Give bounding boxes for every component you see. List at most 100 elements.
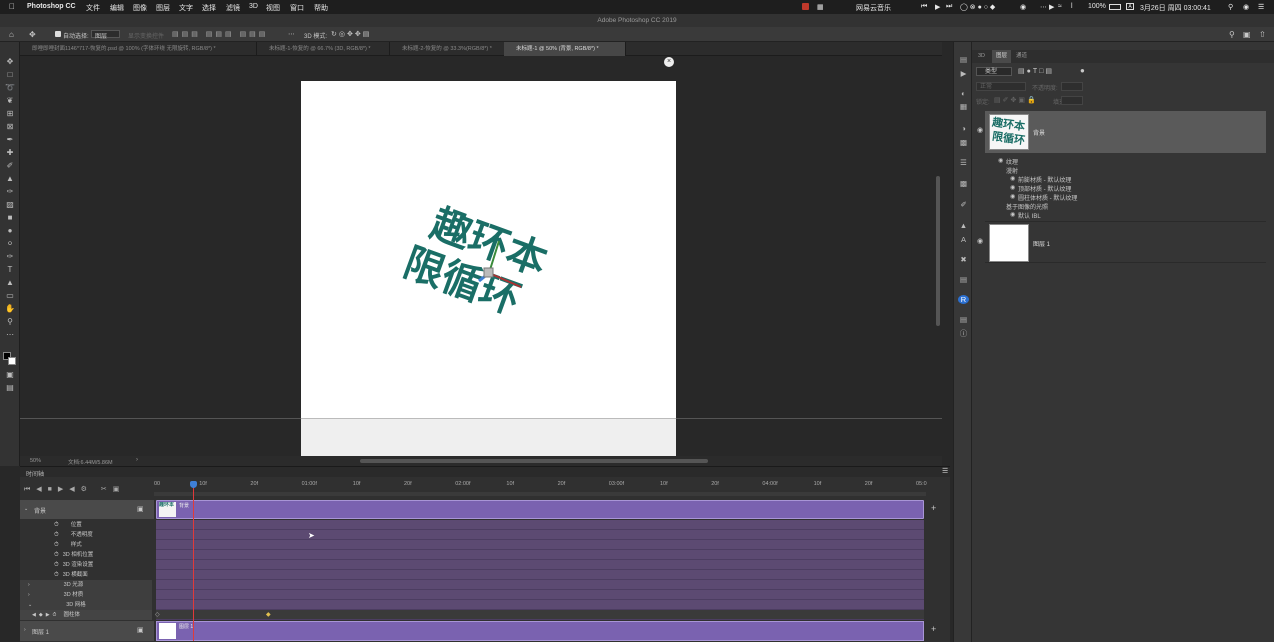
brush-tool-icon[interactable]: ✐ bbox=[5, 161, 15, 170]
horizontal-scrollbar[interactable] bbox=[360, 459, 708, 463]
menu-type[interactable]: 文字 bbox=[179, 3, 193, 13]
screen-mode-icon[interactable]: ▤ bbox=[5, 383, 15, 392]
sublayer-texture[interactable]: 纹理 bbox=[1006, 157, 1018, 166]
keyframe-track[interactable]: ◇ ◆ bbox=[155, 610, 924, 620]
stopwatch-icon[interactable]: ⏱ bbox=[54, 572, 59, 578]
actions-panel-icon[interactable]: ▶ bbox=[958, 69, 969, 78]
blend-mode-dropdown[interactable]: 正常 bbox=[976, 82, 1026, 91]
property-track[interactable] bbox=[156, 520, 924, 530]
background-color-swatch[interactable] bbox=[8, 357, 16, 365]
workspace-icon[interactable]: ▣ bbox=[1243, 30, 1251, 39]
stamp-tool-icon[interactable]: ▲ bbox=[5, 174, 15, 183]
pen-tool-icon[interactable]: ✑ bbox=[5, 252, 15, 261]
eyedropper-tool-icon[interactable]: ✒ bbox=[5, 135, 15, 144]
hand-tool-icon[interactable]: ✋ bbox=[5, 304, 15, 313]
property-row[interactable]: ⏱ 样式 bbox=[20, 540, 152, 550]
document-size[interactable]: 文档:6.44M/5.86M bbox=[68, 458, 113, 466]
property-row[interactable]: ⏱ 不透明度 bbox=[20, 530, 152, 540]
more-options-icon[interactable]: ⋯ bbox=[288, 30, 295, 38]
tab-3d[interactable]: 3D bbox=[974, 50, 989, 63]
property-row[interactable]: ⏱ 3D 渲染设置 bbox=[20, 560, 152, 570]
layer-row-layer1[interactable]: ◉ 图层 1 bbox=[977, 221, 1266, 263]
app-name-menu[interactable]: Photoshop CC bbox=[27, 3, 76, 10]
keyframe-start-icon[interactable]: ◇ bbox=[155, 611, 160, 618]
property-track[interactable] bbox=[156, 550, 924, 560]
status-icons[interactable]: ◯ ⊗ ● ○ ◆ bbox=[960, 3, 995, 11]
track-header-background[interactable]: ⌄ 背景 ▣ bbox=[20, 500, 154, 519]
texture-eye-icon[interactable]: ◉ bbox=[998, 157, 1003, 164]
stopwatch-icon[interactable]: ⏱ bbox=[54, 522, 59, 528]
clone-source-icon[interactable]: ▲ bbox=[958, 221, 969, 230]
crop-tool-icon[interactable]: ⊞ bbox=[5, 109, 15, 118]
track-name[interactable]: 图层 1 bbox=[32, 627, 49, 636]
expand-chevron-icon[interactable]: › bbox=[28, 582, 30, 588]
add-media-icon[interactable]: + bbox=[931, 624, 936, 634]
play-icon[interactable]: ▶ bbox=[935, 3, 940, 11]
history-panel-icon[interactable]: ▤ bbox=[958, 55, 969, 64]
group-row-lights[interactable]: › 3D 光源 bbox=[20, 580, 152, 590]
plugin-icon[interactable]: R bbox=[958, 295, 969, 304]
3d-mode-icons[interactable]: ↻◎✥✥▤ bbox=[331, 30, 371, 38]
wechat-icon[interactable]: ◉ bbox=[1020, 3, 1026, 11]
fill-field[interactable] bbox=[1061, 96, 1083, 105]
lock-icons[interactable]: ▤✐✥▣🔒 bbox=[994, 96, 1038, 104]
menu-3d[interactable]: 3D bbox=[249, 3, 258, 10]
sublayer-material-1[interactable]: 前膨材质 - 默认纹理 bbox=[1018, 175, 1071, 184]
menu-extras[interactable]: ⋯ ▶ bbox=[1040, 3, 1054, 11]
clip-background[interactable]: 趣环本 背景 bbox=[156, 500, 924, 519]
track-expand-icon[interactable]: › bbox=[24, 627, 26, 633]
info-panel-icon[interactable]: ⓘ bbox=[958, 329, 969, 338]
property-row[interactable]: ⏱ 位置 bbox=[20, 520, 152, 530]
track-expand-icon[interactable]: ⌄ bbox=[24, 506, 28, 512]
menu-file[interactable]: 文件 bbox=[86, 3, 100, 13]
material-1-eye-icon[interactable]: ◉ bbox=[1010, 175, 1015, 182]
keyframe-nav-icons[interactable]: ◀◆▶⏱ bbox=[32, 612, 59, 618]
menu-image[interactable]: 图像 bbox=[133, 3, 147, 13]
character-panel-icon[interactable]: A bbox=[958, 235, 969, 244]
marquee-tool-icon[interactable]: □ bbox=[5, 70, 15, 79]
zoom-tool-icon[interactable]: ⚲ bbox=[5, 317, 15, 326]
material-2-eye-icon[interactable]: ◉ bbox=[1010, 184, 1015, 191]
property-track[interactable] bbox=[156, 560, 924, 570]
property-track[interactable] bbox=[156, 540, 924, 550]
tab-document-2[interactable]: 未标题-1-恢复的 @ 66.7% (3D, RGB/8*) * bbox=[257, 42, 390, 56]
sublayer-default-ibl[interactable]: 默认 IBL bbox=[1018, 211, 1041, 220]
sublayer-material-2[interactable]: 顶部材质 - 默认纹理 bbox=[1018, 184, 1071, 193]
share-icon[interactable]: ⇧ bbox=[1259, 30, 1266, 39]
type-tool-icon[interactable]: T bbox=[5, 265, 15, 274]
properties-panel-icon[interactable]: ☰ bbox=[958, 158, 969, 167]
datetime[interactable]: 3月26日 周四 03:00:41 bbox=[1140, 3, 1211, 13]
tab-layers[interactable]: 图层 bbox=[992, 50, 1012, 63]
sub-item-row[interactable]: ◀◆▶⏱ 圆柱体 bbox=[20, 610, 152, 620]
playhead-line[interactable] bbox=[189, 481, 197, 641]
sublayer-diffuse[interactable]: 漫射 bbox=[1006, 166, 1018, 175]
filter-icons[interactable]: ▤●T□▤ bbox=[1018, 67, 1054, 75]
adjustments-panel-icon[interactable]: ◑ bbox=[958, 124, 969, 133]
quick-select-tool-icon[interactable]: ❦ bbox=[5, 96, 15, 105]
menu-edit[interactable]: 编辑 bbox=[110, 3, 124, 13]
stopwatch-icon[interactable]: ⏱ bbox=[54, 542, 59, 548]
home-icon[interactable]: ⌂ bbox=[9, 30, 14, 39]
close-3d-icon[interactable]: × bbox=[664, 57, 674, 67]
netease-music-label[interactable]: 网易云音乐 bbox=[856, 3, 891, 13]
move-tool-icon[interactable]: ✥ bbox=[29, 30, 36, 39]
next-track-icon[interactable]: ⏭ bbox=[946, 3, 952, 11]
filter-type-dropdown[interactable]: 类型 bbox=[976, 67, 1012, 76]
sublayer-ibl-group[interactable]: 基于图像的光照 bbox=[1006, 202, 1048, 211]
zoom-level[interactable]: 50% bbox=[30, 458, 41, 464]
panel-menu-icon[interactable]: ☰ bbox=[942, 467, 948, 475]
keyframe-icon[interactable]: ◆ bbox=[266, 611, 271, 618]
group-row-meshes[interactable]: ⌄ 3D 网格 bbox=[20, 600, 152, 610]
menu-view[interactable]: 视图 bbox=[266, 3, 280, 13]
menu-filter[interactable]: 滤镜 bbox=[226, 3, 240, 13]
quick-mask-icon[interactable]: ▣ bbox=[5, 370, 15, 379]
add-media-icon[interactable]: + bbox=[931, 503, 936, 513]
brush-settings-icon[interactable]: ✐ bbox=[958, 200, 969, 209]
styles-panel-icon[interactable]: ▩ bbox=[958, 138, 969, 147]
eraser-tool-icon[interactable]: ▨ bbox=[5, 200, 15, 209]
menu-window[interactable]: 窗口 bbox=[290, 3, 304, 13]
menu-select[interactable]: 选择 bbox=[202, 3, 216, 13]
auto-select-checkbox[interactable] bbox=[55, 31, 61, 37]
battery-label[interactable]: 100% bbox=[1088, 3, 1106, 10]
healing-tool-icon[interactable]: ✚ bbox=[5, 148, 15, 157]
